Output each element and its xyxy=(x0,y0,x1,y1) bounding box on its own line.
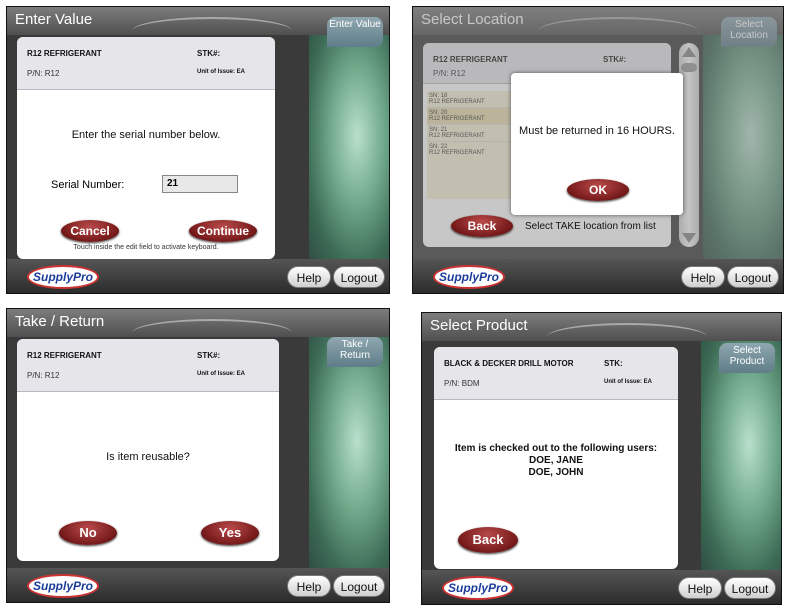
footer-bar: SupplyPro Help Logout xyxy=(413,259,783,293)
ok-button[interactable]: OK xyxy=(567,179,629,201)
help-button[interactable]: Help xyxy=(287,266,331,288)
instruction-text: Enter the serial number below. xyxy=(71,129,221,141)
unit-of-issue: Unit of Issue: EA xyxy=(197,371,246,377)
supplypro-logo: SupplyPro xyxy=(27,574,99,598)
item-panel: BLACK & DECKER DRILL MOTOR STK: P/N: BDM… xyxy=(434,347,678,569)
user-name: DOE, JANE xyxy=(529,455,583,466)
item-header: BLACK & DECKER DRILL MOTOR STK: P/N: BDM… xyxy=(434,347,678,400)
item-panel: R12 REFRIGERANT STK#: P/N: R12 Unit of I… xyxy=(17,37,275,259)
help-button[interactable]: Help xyxy=(678,577,722,599)
serial-number-input[interactable]: 21 xyxy=(162,175,238,193)
select-location-screen: Select Location Select Location R12 REFR… xyxy=(412,6,784,294)
item-header: R12 REFRIGERANT STK#: P/N: R12 Unit of I… xyxy=(17,339,279,392)
mode-tab: Take / Return xyxy=(327,337,383,367)
logout-button[interactable]: Logout xyxy=(724,577,776,599)
decorative-background xyxy=(701,341,781,570)
mode-tab: Select Product xyxy=(719,343,775,373)
part-number: P/N: R12 xyxy=(27,371,60,380)
decorative-background xyxy=(309,35,389,259)
back-button[interactable]: Back xyxy=(451,215,513,237)
take-return-screen: Take / Return Take / Return R12 REFRIGER… xyxy=(6,308,390,603)
user-name: DOE, JOHN xyxy=(528,467,584,478)
mode-tab: Enter Value xyxy=(327,17,383,47)
stock-label: STK#: xyxy=(197,351,221,360)
screen-title: Take / Return xyxy=(15,313,105,330)
part-number: P/N: R12 xyxy=(27,69,60,78)
logout-button[interactable]: Logout xyxy=(333,266,385,288)
item-panel: R12 REFRIGERANT STK#: P/N: R12 Unit of I… xyxy=(17,339,279,561)
footer-bar: SupplyPro Help Logout xyxy=(422,570,781,604)
back-button[interactable]: Back xyxy=(458,527,518,553)
help-button[interactable]: Help xyxy=(681,266,725,288)
part-number: P/N: BDM xyxy=(444,379,480,388)
unit-of-issue: Unit of Issue: EA xyxy=(197,69,246,75)
question-text: Is item reusable? xyxy=(106,451,190,463)
title-bar: Take / Return xyxy=(7,309,389,337)
stock-label: STK: xyxy=(604,359,623,368)
serial-number-label: Serial Number: xyxy=(51,179,125,191)
alert-message: Must be returned in 16 HOURS. xyxy=(519,125,675,137)
screen-title: Select Product xyxy=(430,317,528,334)
logout-button[interactable]: Logout xyxy=(727,266,779,288)
checkout-message: Item is checked out to the following use… xyxy=(434,443,678,479)
item-name: R12 REFRIGERANT xyxy=(27,351,102,360)
title-bar: Select Product xyxy=(422,313,781,341)
unit-of-issue: Unit of Issue: EA xyxy=(604,379,653,385)
yes-button[interactable]: Yes xyxy=(201,521,259,545)
stock-label: STK#: xyxy=(197,49,221,58)
decorative-background xyxy=(309,337,389,568)
enter-value-screen: Enter Value Enter Value R12 REFRIGERANT … xyxy=(6,6,390,294)
item-name: R12 REFRIGERANT xyxy=(27,49,102,58)
footer-bar: SupplyPro Help Logout xyxy=(7,259,389,293)
supplypro-logo: SupplyPro xyxy=(433,265,505,289)
cancel-button[interactable]: Cancel xyxy=(61,220,119,242)
item-header: R12 REFRIGERANT STK#: P/N: R12 Unit of I… xyxy=(17,37,275,90)
no-button[interactable]: No xyxy=(59,521,117,545)
keyboard-hint: Touch inside the edit field to activate … xyxy=(73,244,219,251)
supplypro-logo: SupplyPro xyxy=(442,576,514,600)
footer-bar: SupplyPro Help Logout xyxy=(7,568,389,602)
supplypro-logo: SupplyPro xyxy=(27,265,99,289)
status-text: Select TAKE location from list xyxy=(525,221,656,232)
message-text: Item is checked out to the following use… xyxy=(454,443,658,454)
screen-title: Enter Value xyxy=(15,11,93,28)
item-name: BLACK & DECKER DRILL MOTOR xyxy=(444,359,574,368)
help-button[interactable]: Help xyxy=(287,575,331,597)
continue-button[interactable]: Continue xyxy=(189,220,257,242)
logout-button[interactable]: Logout xyxy=(333,575,385,597)
select-product-screen: Select Product Select Product BLACK & DE… xyxy=(421,312,782,605)
alert-dialog: Must be returned in 16 HOURS. OK xyxy=(511,73,683,215)
